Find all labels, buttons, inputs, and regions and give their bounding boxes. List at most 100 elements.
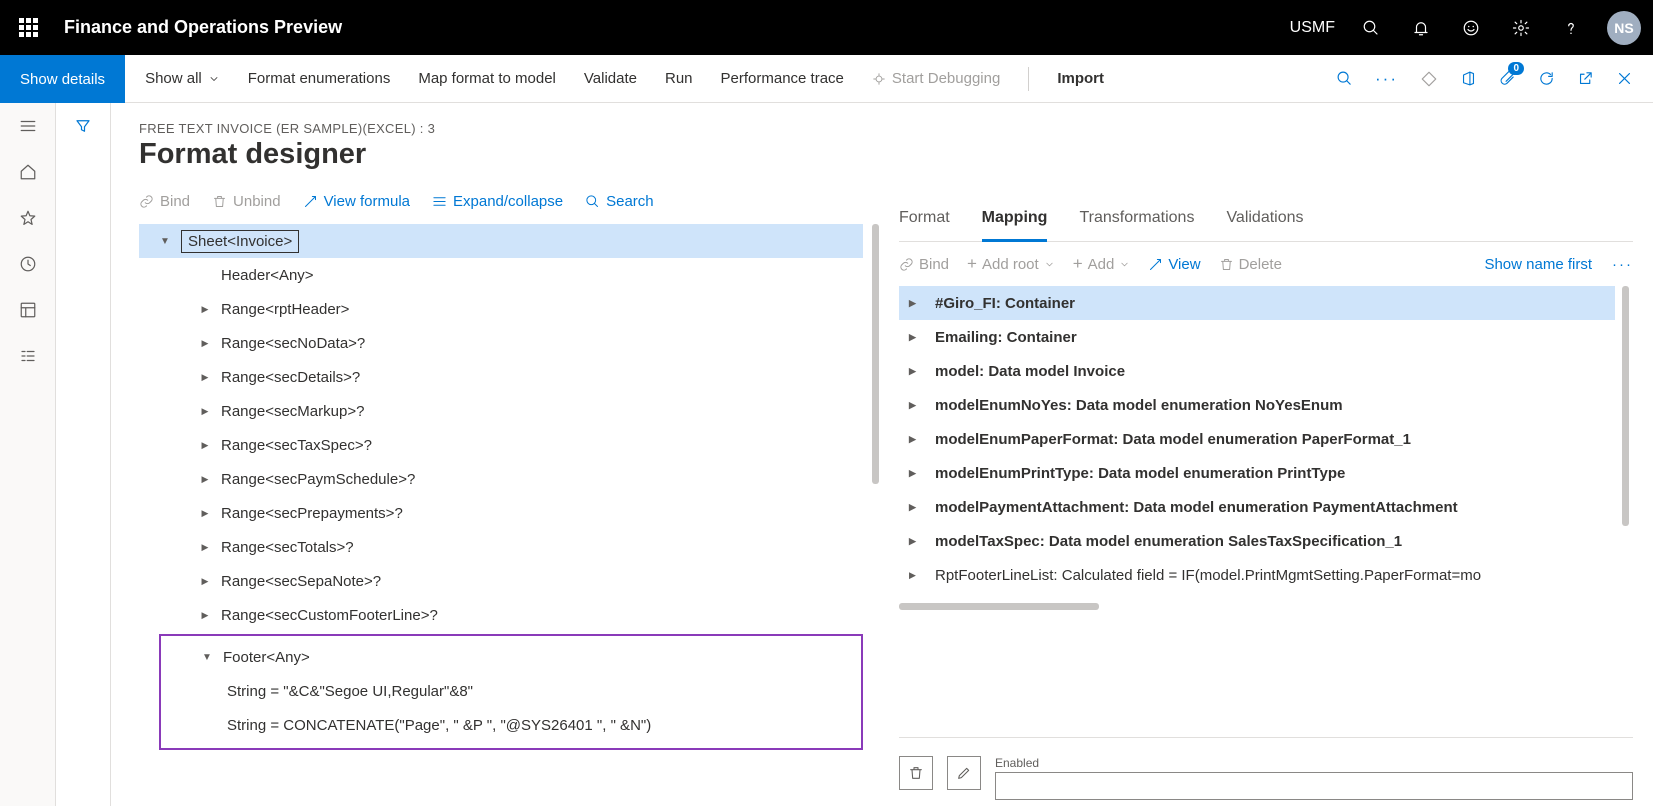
hamburger-icon[interactable] bbox=[19, 117, 37, 135]
company-code[interactable]: USMF bbox=[1290, 19, 1335, 37]
mapping-scrollbar[interactable] bbox=[1622, 286, 1629, 526]
import-button[interactable]: Import bbox=[1057, 70, 1104, 87]
edit-field-button[interactable] bbox=[947, 756, 981, 790]
start-debugging-button: Start Debugging bbox=[872, 70, 1000, 87]
smiley-icon[interactable] bbox=[1457, 14, 1485, 42]
modules-icon[interactable] bbox=[19, 347, 37, 365]
tree-node[interactable]: Range<secSepaNote>? bbox=[139, 564, 863, 598]
tree-node-root[interactable]: Sheet<Invoice> bbox=[139, 224, 863, 258]
tree-node[interactable]: Range<secNoData>? bbox=[139, 326, 863, 360]
show-all-menu[interactable]: Show all bbox=[145, 70, 220, 87]
right-pane: Format Mapping Transformations Validatio… bbox=[899, 121, 1633, 806]
command-area: Show details Show all Format enumeration… bbox=[0, 55, 1653, 103]
tab-mapping[interactable]: Mapping bbox=[982, 203, 1048, 242]
filter-column bbox=[56, 103, 111, 806]
tree-node[interactable]: String = CONCATENATE("Page", " &P ", "@S… bbox=[161, 708, 861, 742]
app-title: Finance and Operations Preview bbox=[64, 17, 342, 38]
mapping-node[interactable]: RptFooterLineList: Calculated field = IF… bbox=[899, 558, 1615, 592]
view-button[interactable]: View bbox=[1148, 256, 1200, 273]
bell-icon[interactable] bbox=[1407, 14, 1435, 42]
bottom-bar: Enabled bbox=[899, 737, 1633, 806]
performance-trace-button[interactable]: Performance trace bbox=[721, 70, 844, 87]
footer-highlight-box: Footer<Any> String = "&C&"Segoe UI,Regul… bbox=[159, 634, 863, 750]
tree-node[interactable]: Range<secTaxSpec>? bbox=[139, 428, 863, 462]
tree-node[interactable]: Range<secCustomFooterLine>? bbox=[139, 598, 863, 632]
gear-icon[interactable] bbox=[1507, 14, 1535, 42]
left-rail bbox=[0, 103, 56, 806]
more-icon[interactable]: ··· bbox=[1375, 69, 1398, 89]
workspace-icon[interactable] bbox=[19, 301, 37, 319]
search-icon[interactable] bbox=[1357, 14, 1385, 42]
tree-node-footer[interactable]: Footer<Any> bbox=[161, 640, 861, 674]
format-enumerations-button[interactable]: Format enumerations bbox=[248, 70, 391, 87]
mapping-node[interactable]: modelPaymentAttachment: Data model enume… bbox=[899, 490, 1615, 524]
body: FREE TEXT INVOICE (ER SAMPLE)(EXCEL) : 3… bbox=[0, 103, 1653, 806]
tab-format[interactable]: Format bbox=[899, 203, 950, 241]
enabled-input[interactable] bbox=[995, 772, 1633, 800]
app-launcher-icon[interactable] bbox=[12, 12, 44, 44]
main: FREE TEXT INVOICE (ER SAMPLE)(EXCEL) : 3… bbox=[111, 103, 1653, 806]
view-formula-button[interactable]: View formula bbox=[303, 193, 410, 210]
map-format-button[interactable]: Map format to model bbox=[418, 70, 556, 87]
add-root-button[interactable]: +Add root bbox=[967, 254, 1055, 274]
breadcrumb: FREE TEXT INVOICE (ER SAMPLE)(EXCEL) : 3 bbox=[139, 121, 879, 136]
star-icon[interactable] bbox=[19, 209, 37, 227]
clock-icon[interactable] bbox=[19, 255, 37, 273]
tree-node[interactable]: Range<secPrepayments>? bbox=[139, 496, 863, 530]
tree-node[interactable]: Range<rptHeader> bbox=[139, 292, 863, 326]
header-right: USMF NS bbox=[1290, 11, 1641, 45]
mapping-hscrollbar[interactable] bbox=[899, 603, 1099, 610]
expand-collapse-button[interactable]: Expand/collapse bbox=[432, 193, 563, 210]
command-bar: Show all Format enumerations Map format … bbox=[125, 55, 1653, 103]
tab-validations[interactable]: Validations bbox=[1226, 203, 1303, 241]
diamond-icon[interactable] bbox=[1420, 70, 1438, 88]
enabled-field: Enabled bbox=[995, 756, 1633, 800]
tabs: Format Mapping Transformations Validatio… bbox=[899, 203, 1633, 242]
header-left: Finance and Operations Preview bbox=[12, 12, 342, 44]
tree-node[interactable]: String = "&C&"Segoe UI,Regular"&8" bbox=[161, 674, 861, 708]
more-mapping-icon[interactable]: ··· bbox=[1612, 256, 1633, 273]
close-icon[interactable] bbox=[1616, 70, 1633, 87]
tree-node[interactable]: Range<secPaymSchedule>? bbox=[139, 462, 863, 496]
validate-button[interactable]: Validate bbox=[584, 70, 637, 87]
enabled-label: Enabled bbox=[995, 756, 1633, 770]
tree-node[interactable]: Range<secDetails>? bbox=[139, 360, 863, 394]
bind-button-right[interactable]: Bind bbox=[899, 256, 949, 273]
left-pane: FREE TEXT INVOICE (ER SAMPLE)(EXCEL) : 3… bbox=[139, 121, 879, 806]
tree-node[interactable]: Range<secMarkup>? bbox=[139, 394, 863, 428]
search-command-icon[interactable] bbox=[1336, 70, 1353, 87]
divider bbox=[1028, 67, 1029, 91]
popout-icon[interactable] bbox=[1577, 70, 1594, 87]
search-tree-button[interactable]: Search bbox=[585, 193, 654, 210]
mapping-toolbar: Bind +Add root +Add View Delete Show nam… bbox=[899, 254, 1633, 274]
show-name-first-button[interactable]: Show name first bbox=[1484, 256, 1592, 273]
unbind-button[interactable]: Unbind bbox=[212, 193, 281, 210]
delete-field-button[interactable] bbox=[899, 756, 933, 790]
mapping-node[interactable]: modelEnumNoYes: Data model enumeration N… bbox=[899, 388, 1615, 422]
mapping-node[interactable]: modelTaxSpec: Data model enumeration Sal… bbox=[899, 524, 1615, 558]
mapping-tree: #Giro_FI: Container Emailing: Container … bbox=[899, 286, 1633, 592]
run-button[interactable]: Run bbox=[665, 70, 693, 87]
help-icon[interactable] bbox=[1557, 14, 1585, 42]
office-icon[interactable] bbox=[1460, 70, 1477, 87]
home-icon[interactable] bbox=[19, 163, 37, 181]
show-details-button[interactable]: Show details bbox=[0, 55, 125, 103]
refresh-icon[interactable] bbox=[1538, 70, 1555, 87]
format-tree: Sheet<Invoice> Header<Any> Range<rptHead… bbox=[139, 224, 879, 750]
add-button[interactable]: +Add bbox=[1073, 254, 1131, 274]
mapping-node[interactable]: Emailing: Container bbox=[899, 320, 1615, 354]
mapping-node[interactable]: model: Data model Invoice bbox=[899, 354, 1615, 388]
tab-transformations[interactable]: Transformations bbox=[1079, 203, 1194, 241]
mapping-node[interactable]: modelEnumPrintType: Data model enumerati… bbox=[899, 456, 1615, 490]
delete-button[interactable]: Delete bbox=[1219, 256, 1282, 273]
bind-button[interactable]: Bind bbox=[139, 193, 190, 210]
mapping-node[interactable]: #Giro_FI: Container bbox=[899, 286, 1615, 320]
mapping-node[interactable]: modelEnumPaperFormat: Data model enumera… bbox=[899, 422, 1615, 456]
tree-scrollbar[interactable] bbox=[872, 224, 879, 484]
tree-node[interactable]: Header<Any> bbox=[139, 258, 863, 292]
format-toolbar: Bind Unbind View formula Expand/collapse… bbox=[139, 193, 879, 210]
attach-icon[interactable]: 0 bbox=[1499, 70, 1516, 87]
tree-node[interactable]: Range<secTotals>? bbox=[139, 530, 863, 564]
avatar[interactable]: NS bbox=[1607, 11, 1641, 45]
filter-icon[interactable] bbox=[74, 117, 92, 806]
